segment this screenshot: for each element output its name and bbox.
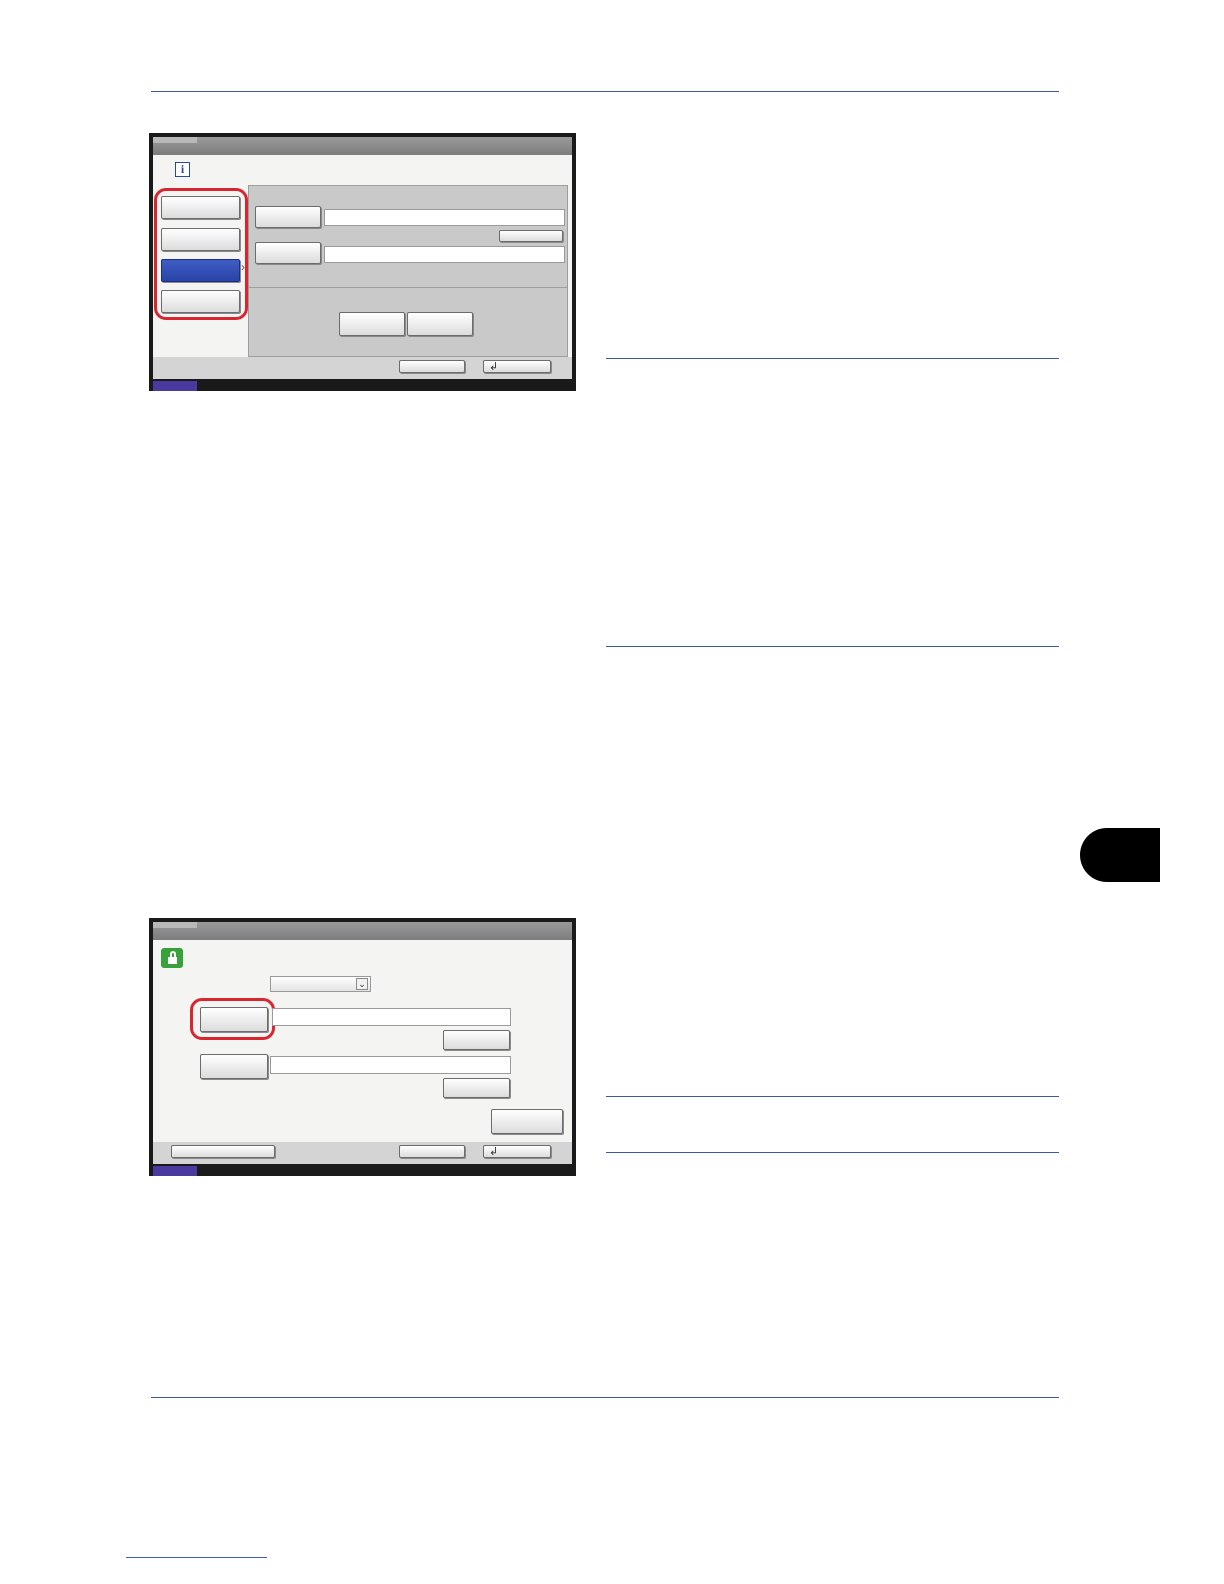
side-buttons-highlight [154,188,248,320]
footer-rule [151,1397,1059,1398]
text-field-1[interactable] [324,209,565,226]
chapter-tab [1080,828,1160,882]
status-tab [153,381,197,391]
text-field-2[interactable] [324,246,565,263]
text-field-1[interactable] [272,1008,511,1026]
panel-display: ⌄ ↲ [153,922,572,1164]
small-button[interactable] [499,230,563,242]
unlock-icon [161,948,183,968]
title-bar [153,137,572,155]
text-field-2[interactable] [270,1056,511,1074]
panel-display: i › ↲ [153,137,572,379]
bottom-button-1[interactable] [399,360,465,373]
divider [249,287,567,288]
section-rule-3 [606,1096,1059,1097]
field-button-1[interactable] [255,206,321,228]
title-tab [153,922,197,928]
action-button-2[interactable] [407,312,473,336]
section-rule-4 [606,1152,1059,1153]
status-strip [153,1164,572,1176]
field-button-2[interactable] [200,1054,268,1079]
bottom-bar: ↲ [153,1142,572,1164]
status-tab [153,1166,197,1176]
touch-panel-screenshot-1: i › ↲ [149,133,576,391]
title-tab [153,137,197,143]
action-button-1[interactable] [339,312,405,336]
right-action-button[interactable] [491,1109,563,1134]
field-button-2[interactable] [255,242,321,264]
section-rule-1 [606,358,1059,359]
small-button-1[interactable] [443,1030,510,1050]
touch-panel-screenshot-2: ⌄ ↲ [149,918,576,1176]
footer-link-underline[interactable] [126,1557,267,1558]
enter-icon: ↲ [489,361,499,373]
header-rule [151,91,1059,92]
ok-button[interactable]: ↲ [483,1145,551,1158]
ok-button[interactable]: ↲ [483,360,551,373]
small-button-2[interactable] [443,1078,510,1098]
bottom-button-cancel[interactable] [399,1145,465,1158]
dropdown-select[interactable]: ⌄ [270,976,371,992]
bottom-bar: ↲ [153,357,572,379]
bottom-button-left[interactable] [171,1145,275,1158]
info-icon[interactable]: i [175,162,190,177]
field-button-highlight [190,998,275,1040]
section-rule-2 [606,646,1059,647]
enter-icon: ↲ [489,1146,499,1158]
title-bar [153,922,572,940]
settings-box [248,185,568,357]
chevron-down-icon: ⌄ [356,978,368,990]
status-strip [153,379,572,391]
